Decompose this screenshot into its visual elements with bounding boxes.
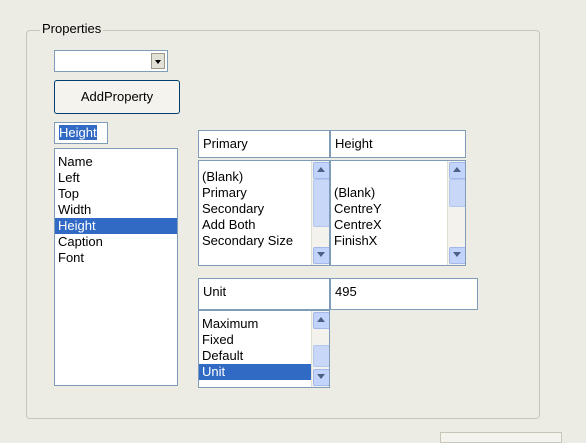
list-item[interactable]: Primary [199,185,329,201]
list-item[interactable]: CentreY [331,201,465,217]
anchor-list-scrollbar[interactable] [447,161,465,265]
property-type-combo[interactable] [54,50,168,72]
height-field[interactable]: Height [330,130,466,158]
scroll-down-icon[interactable] [313,247,329,264]
scroll-down-icon[interactable] [449,247,465,264]
list-item[interactable]: Fixed [199,332,329,348]
add-property-button[interactable]: AddProperty [54,80,180,114]
list-item-selected[interactable]: Height [55,218,177,234]
list-item[interactable]: Font [55,250,177,266]
list-item[interactable]: Name [55,154,177,170]
unit-value-field[interactable]: 495 [330,278,478,310]
list-item[interactable]: (Blank) [199,169,329,185]
property-list[interactable]: Name Left Top Width Height Caption Font [54,148,178,386]
unit-list-scrollbar[interactable] [311,311,329,387]
list-item[interactable]: Caption [55,234,177,250]
list-item[interactable]: Secondary Size [199,233,329,249]
property-name-value: Height [59,125,97,140]
scroll-thumb[interactable] [449,179,465,207]
list-item[interactable]: Width [55,202,177,218]
anchor-list[interactable]: (Blank) CentreY CentreX FinishX [330,160,466,266]
bottom-partial-control[interactable] [440,432,562,443]
list-item[interactable]: (Blank) [331,185,465,201]
unit-list[interactable]: Maximum Fixed Default Unit [198,310,330,388]
alignment-list[interactable]: (Blank) Primary Secondary Add Both Secon… [198,160,330,266]
list-item[interactable]: Maximum [199,316,329,332]
properties-group-title: Properties [40,20,104,38]
list-item[interactable]: Top [55,186,177,202]
chevron-down-icon[interactable] [151,53,165,69]
scroll-up-icon[interactable] [313,162,329,179]
unit-field[interactable]: Unit [198,278,330,310]
property-name-field[interactable]: Height [54,122,108,144]
alignment-list-scrollbar[interactable] [311,161,329,265]
list-item-selected[interactable]: Unit [199,364,329,380]
list-item[interactable]: Default [199,348,329,364]
scroll-down-icon[interactable] [313,369,329,386]
list-item[interactable]: Add Both [199,217,329,233]
primary-field[interactable]: Primary [198,130,330,158]
scroll-up-icon[interactable] [313,312,329,329]
scroll-thumb[interactable] [313,345,329,367]
list-item[interactable]: Left [55,170,177,186]
list-item[interactable]: FinishX [331,233,465,249]
list-item[interactable]: CentreX [331,217,465,233]
list-item[interactable]: Secondary [199,201,329,217]
scroll-up-icon[interactable] [449,162,465,179]
scroll-thumb[interactable] [313,179,329,227]
